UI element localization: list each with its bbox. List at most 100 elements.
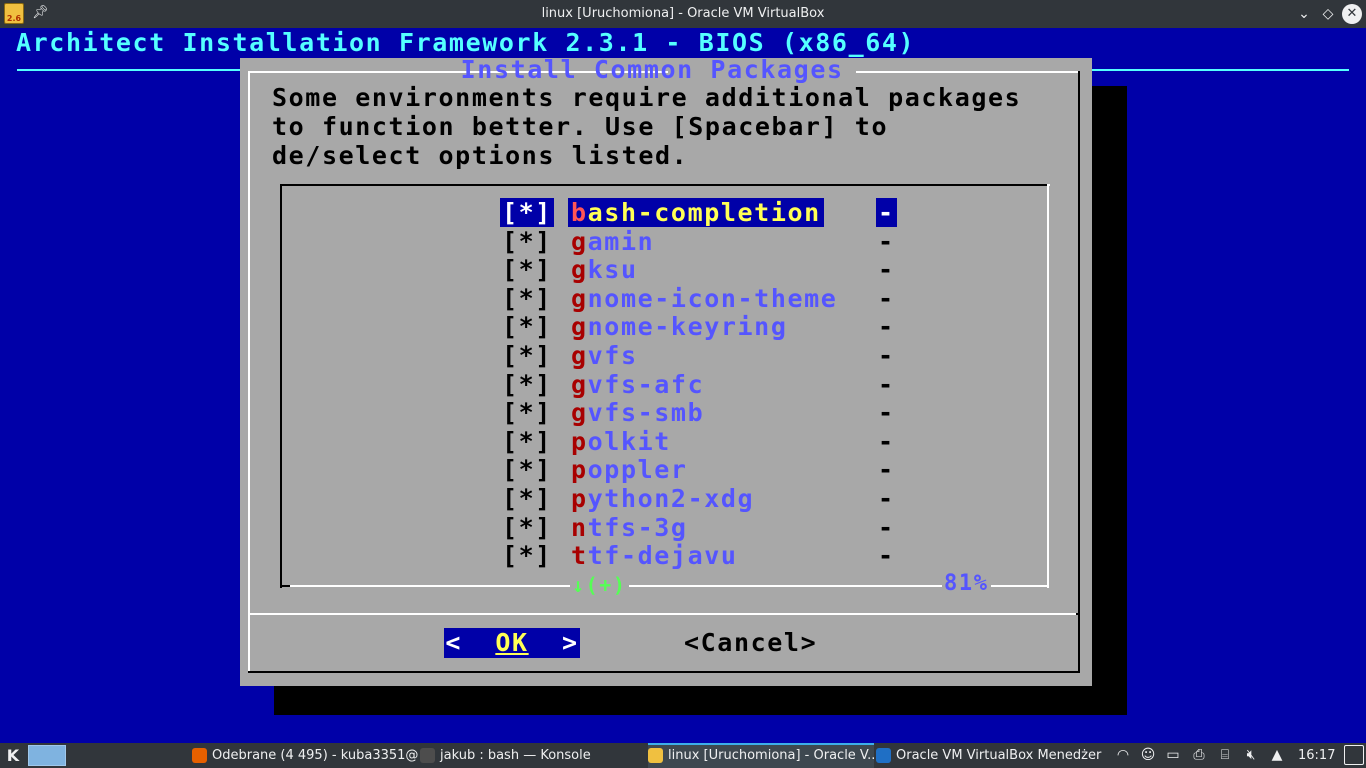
battery-icon[interactable]: ▭ (1164, 746, 1182, 764)
package-checkbox[interactable]: [*] (500, 513, 554, 542)
package-description: - (878, 484, 895, 513)
package-checkbox[interactable]: [*] (500, 255, 554, 284)
task-virtualbox-vm[interactable]: linux [Uruchomiona] - Oracle V... (648, 743, 874, 768)
package-hotkey: b (571, 198, 588, 227)
package-checkbox[interactable]: [*] (500, 427, 554, 456)
close-button[interactable]: ✕ (1342, 4, 1362, 24)
package-name[interactable]: gvfs-smb (568, 398, 707, 427)
window-titlebar[interactable]: 2.6 📌︎ linux [Uruchomiona] - Oracle VM V… (0, 0, 1366, 28)
ok-button[interactable]: < OK > (444, 628, 580, 658)
package-description: - (878, 341, 895, 370)
wifi-icon[interactable]: ◠ (1114, 746, 1132, 764)
vm-screen[interactable]: Architect Installation Framework 2.3.1 -… (0, 28, 1366, 743)
package-item[interactable]: [*] gksu - (500, 255, 900, 285)
package-name[interactable]: gamin (568, 227, 657, 256)
show-desktop-icon[interactable] (1344, 745, 1364, 765)
package-name[interactable]: gksu (568, 255, 641, 284)
package-name[interactable]: ttf-dejavu (568, 541, 741, 570)
package-item[interactable]: [*] gvfs - (500, 341, 900, 370)
printer-icon[interactable]: ⎙ (1190, 746, 1208, 764)
dialog-frame (1076, 613, 1080, 615)
task-label: linux [Uruchomiona] - Oracle V... (668, 748, 874, 763)
task-label: Odebrane (4 495) - kuba3351@... (212, 748, 418, 763)
close-icon: ✕ (1346, 6, 1358, 21)
package-checkbox[interactable]: [*] (500, 227, 554, 256)
package-checkbox[interactable]: [*] (500, 370, 554, 399)
package-checkbox[interactable]: [*] (500, 284, 554, 313)
ok-bracket-right: > (561, 628, 579, 657)
package-name-rest: tf-dejavu (587, 541, 738, 571)
task-virtualbox-manager[interactable]: Oracle VM VirtualBox Menedżer (876, 743, 1102, 768)
package-name-rest: vfs-afc (587, 369, 705, 399)
package-item[interactable]: [*] python2-xdg - (500, 484, 900, 513)
package-item[interactable]: [*] gnome-keyring - (500, 312, 900, 341)
package-description: - (878, 255, 895, 285)
package-name-rest: nome-keyring (587, 312, 788, 342)
package-checkbox[interactable]: [*] (500, 341, 554, 370)
package-list[interactable]: [*] bash-completion - [*] gamin - [*] gksu - [*] g… (280, 184, 1050, 597)
package-name[interactable]: gvfs-afc (568, 370, 707, 399)
clock[interactable]: 16:17 (1298, 743, 1335, 768)
package-checkbox[interactable]: [*] (500, 455, 554, 484)
tray-expand-icon[interactable]: ▲ (1268, 746, 1286, 764)
package-checkbox[interactable]: [*] (500, 484, 554, 513)
window-title: linux [Uruchomiona] - Oracle VM VirtualB… (541, 6, 825, 21)
dialog-button-separator (248, 613, 1078, 615)
package-item[interactable]: [*] gamin - (500, 227, 900, 256)
package-item[interactable]: [*] poppler - (500, 455, 900, 485)
task-firefox[interactable]: Odebrane (4 495) - kuba3351@... (192, 743, 418, 768)
desktop-pager[interactable] (28, 745, 66, 766)
installer-backtitle: Architect Installation Framework 2.3.1 -… (16, 28, 916, 57)
package-checkbox[interactable]: [*] (500, 541, 554, 570)
package-description: - (878, 283, 895, 313)
dialog-title-text: Install Common Packages (460, 55, 844, 84)
kde-launcher-icon[interactable]: K (2, 745, 24, 766)
package-item[interactable]: [*] ttf-dejavu - (500, 541, 900, 570)
list-frame (288, 585, 1049, 587)
taskbar: K Odebrane (4 495) - kuba3351@... jakub … (0, 743, 1366, 768)
package-name-rest: ksu (587, 255, 638, 285)
minimize-button[interactable]: ⌄ (1294, 4, 1314, 24)
package-item[interactable]: [*] gvfs-smb - (500, 398, 900, 428)
package-checkbox[interactable]: [*] (500, 198, 554, 227)
package-hotkey: g (571, 341, 588, 370)
package-hotkey: g (571, 369, 588, 399)
package-description: - (878, 455, 895, 485)
maximize-button[interactable]: ◇ (1318, 4, 1338, 24)
package-name[interactable]: poppler (568, 455, 691, 484)
cancel-label: Cancel (700, 628, 801, 657)
list-frame (280, 184, 1050, 186)
package-name[interactable]: ntfs-3g (568, 513, 691, 542)
scroll-down-indicator[interactable]: ↓(+) (570, 573, 629, 597)
firefox-icon (192, 748, 207, 763)
dialog-prompt: Some environments require additional pac… (272, 83, 1022, 170)
package-item[interactable]: [*] gnome-icon-theme - (500, 283, 900, 313)
package-item[interactable]: [*] polkit - (500, 427, 900, 456)
package-name[interactable]: python2-xdg (568, 484, 757, 513)
package-name[interactable]: gvfs (568, 341, 641, 370)
package-name-rest: amin (587, 226, 655, 256)
kde-connect-icon[interactable]: ☺ (1139, 746, 1157, 764)
cancel-button[interactable]: <Cancel> (684, 628, 817, 658)
clipboard-icon[interactable]: ⌸ (1216, 746, 1234, 764)
package-item[interactable]: [*] ntfs-3g - (500, 513, 900, 542)
package-name[interactable]: bash-completion (568, 198, 824, 227)
package-checkbox[interactable]: [*] (500, 312, 554, 341)
package-name[interactable]: gnome-keyring (568, 312, 790, 341)
package-name-rest: nome-icon-theme (587, 283, 838, 313)
package-name[interactable]: gnome-icon-theme (568, 284, 840, 313)
cancel-bracket-right: > (800, 628, 818, 657)
checklist-dialog: Install Common Packages Some environment… (240, 55, 1092, 686)
package-name-rest: oppler (587, 455, 688, 485)
package-item[interactable]: [*] gvfs-afc - (500, 369, 900, 399)
package-name[interactable]: polkit (568, 427, 674, 456)
package-description: - (878, 369, 895, 399)
task-konsole[interactable]: jakub : bash — Konsole (420, 743, 646, 768)
package-description: - (878, 398, 895, 428)
package-item[interactable]: [*] bash-completion - (500, 198, 900, 227)
package-hotkey: p (571, 426, 588, 456)
ok-bracket-left: < (445, 628, 463, 657)
package-checkbox[interactable]: [*] (500, 398, 554, 427)
volume-muted-icon[interactable]: 🔇︎ (1242, 746, 1260, 764)
package-hotkey: g (571, 312, 588, 342)
